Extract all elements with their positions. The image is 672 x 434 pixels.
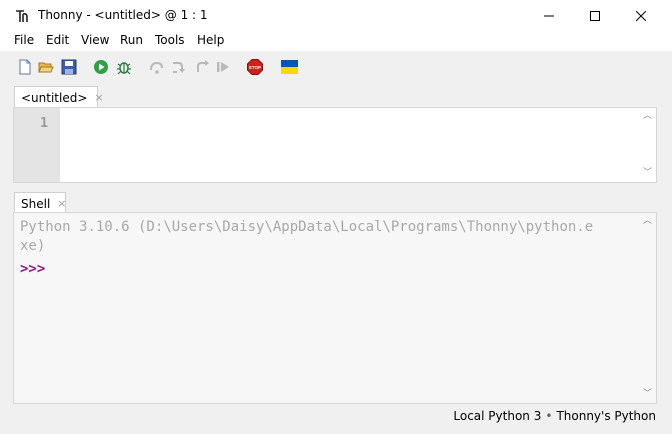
menu-run[interactable]: Run	[120, 33, 143, 47]
shell-console[interactable]: Python 3.10.6 (D:\Users\Daisy\AppData\Lo…	[13, 212, 657, 404]
status-text: Local Python 3 • Thonny's Python	[453, 409, 656, 423]
backend-label[interactable]: Thonny's Python	[556, 409, 656, 423]
menu-tools[interactable]: Tools	[155, 33, 185, 47]
close-button[interactable]	[618, 0, 664, 31]
scroll-up-icon[interactable]: ︿	[642, 216, 653, 227]
scroll-up-icon[interactable]: ︿	[642, 111, 653, 122]
shell-output-line: Python 3.10.6 (D:\Users\Daisy\AppData\Lo…	[20, 219, 594, 235]
stop-icon[interactable]: STOP	[247, 59, 263, 75]
editor-scrollbar[interactable]: ︿ ﹀	[639, 108, 656, 182]
save-icon[interactable]	[61, 59, 77, 75]
shell-tab-close-icon[interactable]: ×	[57, 197, 66, 210]
shell-prompt: >>>	[20, 261, 46, 277]
editor-tab-untitled[interactable]: <untitled> ×	[14, 86, 104, 108]
scroll-down-icon[interactable]: ﹀	[642, 389, 653, 400]
scroll-down-icon[interactable]: ﹀	[642, 168, 653, 179]
resume-icon	[217, 62, 229, 72]
toolbar: STOP	[0, 51, 672, 84]
menu-view[interactable]: View	[81, 33, 109, 47]
step-out-icon	[197, 60, 209, 72]
open-file-icon[interactable]	[38, 59, 54, 75]
close-icon	[636, 10, 646, 21]
menu-help[interactable]: Help	[197, 33, 224, 47]
line-number: 1	[40, 116, 48, 131]
status-separator: •	[545, 409, 553, 423]
title-bar: Thonny - <untitled> @ 1 : 1	[0, 0, 672, 31]
editor-tab-label: <untitled>	[21, 90, 88, 105]
minimize-button[interactable]	[526, 0, 572, 31]
shell-tab-label: Shell	[21, 196, 51, 211]
shell-tab[interactable]: Shell ×	[14, 192, 67, 214]
ukraine-flag-icon[interactable]	[281, 60, 298, 74]
step-over-icon	[150, 61, 163, 74]
status-bar: Local Python 3 • Thonny's Python	[0, 406, 672, 434]
menu-file[interactable]: File	[14, 33, 34, 47]
line-number-gutter: 1	[14, 108, 60, 182]
svg-text:STOP: STOP	[249, 65, 261, 70]
window-title: Thonny - <untitled> @ 1 : 1	[38, 8, 208, 22]
editor-tab-close-icon[interactable]: ×	[94, 91, 103, 104]
menu-edit[interactable]: Edit	[46, 33, 69, 47]
minimize-icon	[544, 15, 554, 16]
run-icon[interactable]	[93, 59, 109, 75]
thonny-app-icon	[16, 10, 28, 22]
code-editor[interactable]: 1 ︿ ﹀	[13, 107, 657, 183]
debug-icon[interactable]	[116, 59, 132, 75]
shell-scrollbar[interactable]: ︿ ﹀	[639, 213, 656, 403]
maximize-icon	[590, 10, 600, 21]
new-file-icon[interactable]	[17, 59, 33, 75]
step-into-icon	[173, 62, 185, 73]
menu-bar: File Edit View Run Tools Help	[0, 31, 672, 51]
maximize-button[interactable]	[572, 0, 618, 31]
interpreter-label[interactable]: Local Python 3	[453, 409, 541, 423]
shell-output-line: xe)	[20, 238, 46, 254]
